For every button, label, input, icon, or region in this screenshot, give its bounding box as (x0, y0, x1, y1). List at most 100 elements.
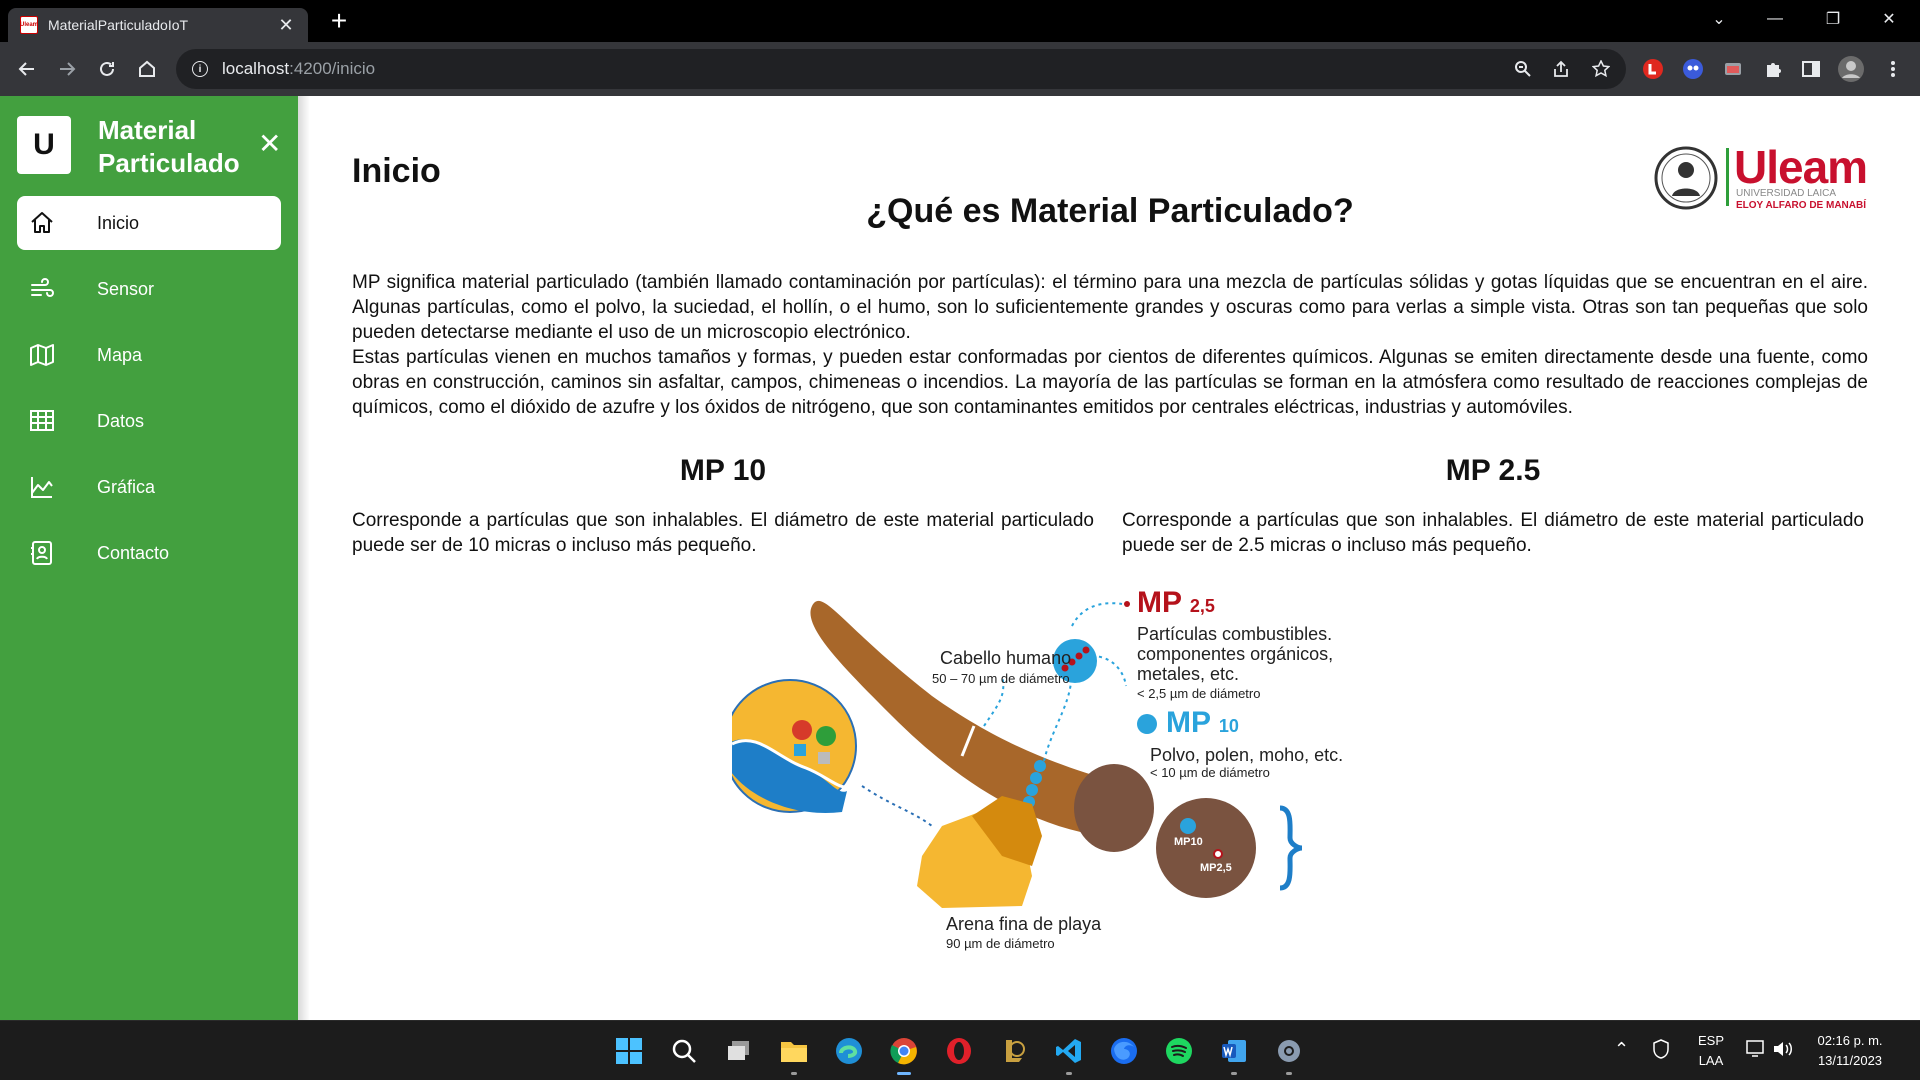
mp10-title: MP 10 (679, 454, 767, 487)
clock[interactable]: 02:16 p. m. 13/11/2023 (1808, 1031, 1892, 1071)
mp25-desc-line3: metales, etc. (1137, 664, 1240, 684)
brand-name: Material Particulado (98, 115, 240, 178)
brand-logo: U (17, 116, 71, 174)
side-panel-icon[interactable] (1798, 56, 1824, 82)
table-icon (27, 406, 57, 436)
forward-button[interactable] (52, 54, 82, 84)
windows-taskbar: ⌃ ESP LAA 02:16 p. m. 13/11/2023 (0, 1020, 1920, 1080)
mp25-label-sub: 2,5 (1189, 596, 1215, 616)
mp25-size: < 2,5 µm de diámetro (1137, 686, 1261, 701)
sidebar-item-label: Inicio (97, 212, 140, 233)
language-indicator[interactable]: ESP LAA (1694, 1031, 1728, 1071)
sidebar-item-label: Contacto (97, 542, 170, 563)
mp25-details: Partículas combustibles. componentes org… (1137, 624, 1333, 704)
tab-close-icon[interactable]: ✕ (276, 15, 296, 36)
chrome-icon[interactable] (886, 1033, 922, 1075)
particulate-infographic: Cabello humano 50 – 70 µm de diámetro MP… (732, 586, 1492, 966)
hair-label: Cabello humano (940, 648, 1072, 668)
zoom-icon[interactable] (1512, 58, 1534, 80)
minimize-button[interactable]: — (1752, 0, 1798, 38)
tab-title: MaterialParticuladoIoT (48, 17, 189, 33)
sidebar-item-mapa[interactable]: Mapa (17, 328, 281, 382)
volume-icon[interactable] (1772, 1039, 1794, 1065)
mp10-size: < 10 µm de diámetro (1150, 765, 1270, 780)
extension-red-icon[interactable] (1640, 56, 1666, 82)
vscode-icon[interactable] (1051, 1033, 1087, 1075)
hair-size: 50 – 70 µm de diámetro (932, 671, 1070, 686)
map-icon (27, 340, 57, 370)
mp25-description: Corresponde a partículas que son inhalab… (1122, 510, 1864, 556)
spotify-icon[interactable] (1161, 1033, 1197, 1069)
profile-avatar[interactable] (1838, 56, 1864, 82)
mp25-title: MP 2.5 (1445, 454, 1541, 487)
clock-date: 13/11/2023 (1817, 1053, 1883, 1068)
sand-size: 90 µm de diámetro (946, 936, 1055, 951)
mp25-section: MP 2.5 Corresponde a partículas que son … (1122, 454, 1864, 558)
browser-tab[interactable]: Uleam MaterialParticuladoIoT ✕ (8, 8, 308, 42)
sidebar-item-datos[interactable]: Datos (17, 394, 281, 448)
close-sidebar-icon[interactable]: ✕ (258, 130, 281, 158)
share-icon[interactable] (1550, 58, 1572, 80)
file-explorer-icon[interactable] (776, 1033, 812, 1075)
mp10-description: Corresponde a partículas que son inhalab… (352, 510, 1094, 556)
sand-label: Arena fina de playa (946, 914, 1102, 934)
uleam-logo-name: Uleam (1734, 141, 1868, 193)
sidebar-item-contacto[interactable]: Contacto (17, 526, 281, 580)
site-info-icon[interactable]: i (192, 61, 208, 77)
contact-icon (27, 538, 57, 568)
mp25-desc-line1: Partículas combustibles. (1137, 624, 1333, 644)
edge-icon[interactable] (831, 1033, 867, 1069)
address-bar[interactable]: i localhost:4200/inicio (176, 49, 1626, 89)
sidebar-item-grafica[interactable]: Gráfica (17, 460, 281, 514)
new-tab-button[interactable]: + (324, 6, 354, 36)
browser-tab-bar: Uleam MaterialParticuladoIoT ✕ + ⌄ — ❐ ✕ (0, 0, 1920, 42)
intro-paragraph-1: MP significa material particulado (tambi… (352, 272, 1868, 343)
tray-chevron-icon[interactable]: ⌃ (1614, 1039, 1629, 1059)
league-icon[interactable] (996, 1033, 1032, 1069)
home-button[interactable] (132, 54, 162, 84)
browser-toolbar: i localhost:4200/inicio (0, 42, 1920, 96)
network-icon[interactable] (1746, 1039, 1768, 1065)
circle-mp10-label: MP10 (1174, 836, 1203, 848)
opera-icon[interactable] (941, 1033, 977, 1069)
uleam-favicon-icon: Uleam (20, 16, 38, 34)
mp25-label: MP 2,5 (1137, 586, 1215, 620)
security-tray-icon[interactable] (1652, 1039, 1670, 1065)
windows-start-icon[interactable] (611, 1033, 647, 1069)
sidebar-item-sensor[interactable]: Sensor (17, 262, 281, 316)
extensions-puzzle-icon[interactable] (1760, 56, 1786, 82)
sidebar-item-label: Mapa (97, 344, 143, 365)
wind-icon (27, 274, 57, 304)
firefox-icon[interactable] (1106, 1033, 1142, 1069)
bookmark-star-icon[interactable] (1590, 58, 1612, 80)
tab-search-icon[interactable]: ⌄ (1696, 0, 1742, 38)
clock-time: 02:16 p. m. (1817, 1033, 1883, 1048)
mp10-section: MP 10 Corresponde a partículas que son i… (352, 454, 1094, 558)
page-title: Inicio (352, 152, 441, 190)
extension-ghost-icon[interactable] (1680, 56, 1706, 82)
main-content: Inicio Uleam UNIVERSIDAD LAICA ELOY ALFA… (352, 96, 1868, 1020)
word-icon[interactable] (1216, 1033, 1252, 1075)
mp10-label: MP 10 (1166, 706, 1239, 740)
browser-menu-icon[interactable] (1880, 56, 1906, 82)
reload-button[interactable] (92, 54, 122, 84)
extension-window-icon[interactable] (1720, 56, 1746, 82)
page-viewport: U Material Particulado ✕ Inicio Sensor M… (0, 96, 1920, 1020)
restore-button[interactable]: ❐ (1810, 0, 1856, 38)
circle-mp25-label: MP2,5 (1200, 862, 1232, 874)
close-window-button[interactable]: ✕ (1866, 0, 1912, 38)
sidebar-item-inicio[interactable]: Inicio (17, 196, 281, 250)
back-button[interactable] (12, 54, 42, 84)
settings-icon[interactable] (1271, 1033, 1307, 1075)
search-icon[interactable] (666, 1033, 702, 1069)
language-code: ESP (1697, 1033, 1724, 1048)
home-icon (27, 208, 57, 238)
sidebar: U Material Particulado ✕ Inicio Sensor M… (0, 96, 298, 1020)
sidebar-item-label: Gráfica (97, 476, 156, 497)
sidebar-shadow (298, 96, 310, 1020)
url-path: :4200/inicio (289, 59, 376, 78)
mp10-details: Polvo, polen, moho, etc. < 10 µm de diám… (1150, 746, 1343, 782)
keyboard-layout: LAA (1698, 1053, 1724, 1068)
chart-icon (27, 472, 57, 502)
task-view-icon[interactable] (721, 1033, 757, 1069)
